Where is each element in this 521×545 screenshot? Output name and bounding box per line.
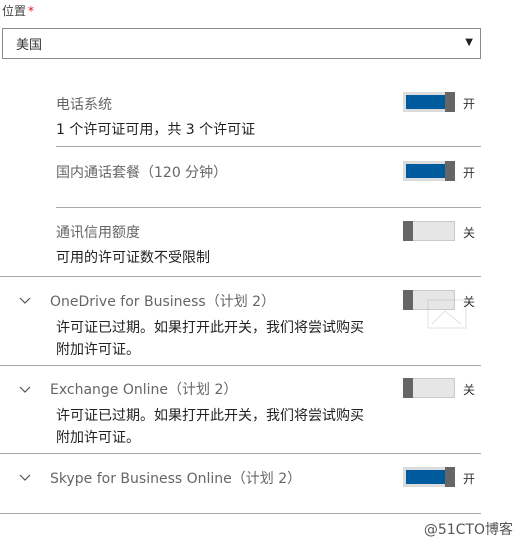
divider (0, 513, 481, 514)
service-desc-exchange-line1: 许可证已过期。如果打开此开关，我们将尝试购买 (56, 408, 364, 424)
divider (0, 365, 481, 366)
toggle-communication-credits[interactable] (403, 221, 455, 241)
caret-down-icon: ▼ (465, 37, 473, 48)
required-mark: * (28, 4, 35, 18)
state-label-communication-credits: 关 (463, 226, 476, 240)
location-select-value: 美国 (16, 38, 43, 53)
service-desc-onedrive-line2: 附加许可证。 (56, 342, 140, 358)
chevron-down-icon[interactable] (19, 384, 31, 396)
service-desc-exchange-line2: 附加许可证。 (56, 430, 140, 446)
toggle-knob (445, 161, 455, 181)
watermark: @51CTO博客 (423, 522, 513, 538)
toggle-exchange[interactable] (403, 378, 455, 398)
toggle-knob (403, 221, 413, 241)
service-title-onedrive: OneDrive for Business（计划 2） (50, 294, 276, 310)
divider (56, 146, 481, 147)
location-select[interactable]: 美国 ▼ (2, 28, 481, 59)
cursor-artifact-icon (427, 299, 467, 329)
chevron-down-icon[interactable] (19, 472, 31, 484)
divider (0, 276, 481, 277)
location-label: 位置 * (2, 2, 34, 19)
service-title-exchange: Exchange Online（计划 2） (50, 382, 238, 398)
chevron-down-icon[interactable] (19, 295, 31, 307)
service-title-communication-credits: 通讯信用额度 (56, 225, 140, 241)
location-label-text: 位置 (2, 4, 27, 18)
divider (56, 207, 481, 208)
toggle-domestic-calling[interactable] (403, 161, 455, 181)
toggle-knob (403, 290, 413, 310)
service-title-phone-system: 电话系统 (56, 97, 112, 113)
toggle-phone-system[interactable] (403, 92, 455, 112)
service-title-domestic-calling: 国内通话套餐（120 分钟） (56, 165, 228, 181)
state-label-phone-system: 开 (463, 97, 476, 111)
service-desc-communication-credits: 可用的许可证数不受限制 (56, 250, 210, 266)
service-desc-onedrive-line1: 许可证已过期。如果打开此开关，我们将尝试购买 (56, 320, 364, 336)
service-title-skype: Skype for Business Online（计划 2） (50, 471, 302, 487)
toggle-knob (445, 467, 455, 487)
divider (0, 453, 481, 454)
state-label-onedrive: 关 (463, 295, 476, 309)
state-label-exchange: 关 (463, 383, 476, 397)
service-desc-phone-system: 1 个许可证可用，共 3 个许可证 (56, 122, 256, 138)
toggle-skype[interactable] (403, 467, 455, 487)
toggle-knob (403, 378, 413, 398)
state-label-domestic-calling: 开 (463, 166, 476, 180)
state-label-skype: 开 (463, 472, 476, 486)
toggle-knob (445, 92, 455, 112)
